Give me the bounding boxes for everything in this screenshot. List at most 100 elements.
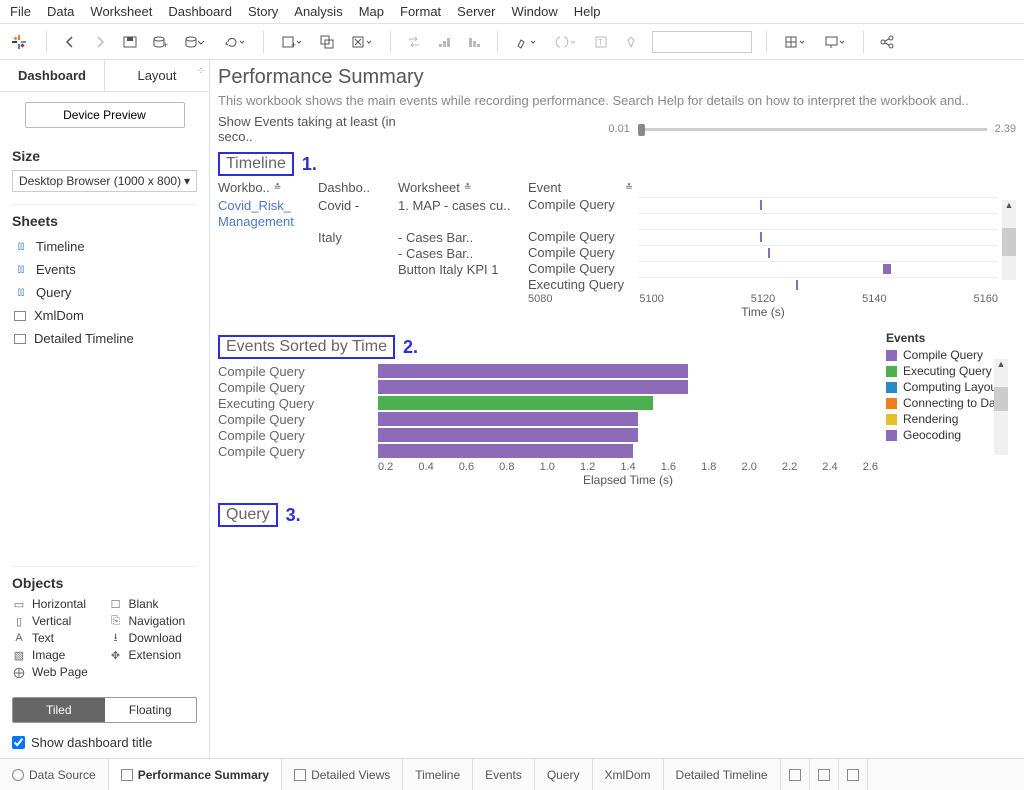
svg-text:+: + [163,40,168,50]
events-bar-row[interactable]: Executing Query [218,395,882,411]
share-button[interactable] [874,29,900,55]
legend-title: Events [886,331,1016,345]
object-extension[interactable]: ✥Extension [109,648,198,662]
menu-dashboard[interactable]: Dashboard [168,4,232,19]
object-blank[interactable]: ☐Blank [109,597,198,611]
vertical-icon: ▯ [12,615,26,627]
tab-data-source[interactable]: Data Source [0,759,109,790]
swap-button[interactable] [401,29,427,55]
refresh-button[interactable] [217,29,253,55]
new-story-tab-button[interactable] [839,759,868,790]
duplicate-button[interactable] [314,29,340,55]
object-webpage[interactable]: ⨁Web Page [12,665,101,679]
timeline-row[interactable]: Covid_Risk_Covid -1. MAP - cases cu..Com… [218,197,1016,213]
dashboard-canvas: Performance Summary This workbook shows … [210,60,1024,760]
show-dashboard-title-checkbox[interactable]: Show dashboard title [0,731,209,760]
tab-timeline[interactable]: Timeline [403,759,473,790]
object-image[interactable]: ▧Image [12,648,101,662]
back-button[interactable] [57,29,83,55]
tab-dashboard[interactable]: Dashboard [0,60,105,91]
horizontal-icon: ▭ [12,598,26,610]
pause-auto-updates-button[interactable] [177,29,213,55]
object-navigation[interactable]: ⎘Navigation [109,614,198,628]
timeline-row[interactable]: Button Italy KPI 1Compile Query [218,261,1016,277]
clear-button[interactable] [344,29,380,55]
menu-analysis[interactable]: Analysis [294,4,342,19]
object-text[interactable]: AText [12,631,101,645]
menu-story[interactable]: Story [248,4,278,19]
forward-button[interactable] [87,29,113,55]
tab-detailed-views[interactable]: Detailed Views [282,759,403,790]
new-dashboard-tab-button[interactable] [810,759,839,790]
fit-button[interactable] [777,29,813,55]
events-bar-row[interactable]: Compile Query [218,427,882,443]
legend-swatch-icon [886,382,897,393]
menu-help[interactable]: Help [574,4,601,19]
query-heading: Query [218,503,278,527]
size-dropdown[interactable]: Desktop Browser (1000 x 800) ▾ [12,170,197,192]
sort-desc-button[interactable] [461,29,487,55]
events-threshold-slider[interactable] [638,128,987,131]
sheet-detailed-timeline[interactable]: Detailed Timeline [12,327,197,350]
menu-file[interactable]: File [10,4,31,19]
timeline-row[interactable]: Italy- Cases Bar..Compile Query [218,229,1016,245]
group-button[interactable] [548,29,584,55]
menu-worksheet[interactable]: Worksheet [90,4,152,19]
save-button[interactable] [117,29,143,55]
tab-layout[interactable]: Layout ⁘ [105,60,209,91]
tableau-logo-icon[interactable] [8,31,30,53]
tab-events[interactable]: Events [473,759,535,790]
legend-swatch-icon [886,398,897,409]
events-bar-row[interactable]: Compile Query [218,443,882,459]
show-mark-labels-button[interactable]: T [588,29,614,55]
tab-performance-summary[interactable]: Performance Summary [109,759,282,790]
timeline-row[interactable]: - Cases Bar..Compile Query [218,245,1016,261]
tab-xmldom[interactable]: XmlDom [593,759,664,790]
svg-text:+: + [291,40,296,50]
find-input[interactable] [652,31,752,53]
sheet-xmldom[interactable]: XmlDom [12,304,197,327]
timeline-x-axis: 50805100512051405160 [528,293,998,305]
sort-asc-button[interactable] [431,29,457,55]
new-data-source-button[interactable]: + [147,29,173,55]
timeline-row[interactable]: Management [218,213,1016,229]
new-dashboard-icon [818,769,830,781]
timeline-heading: Timeline [218,152,294,176]
tab-detailed-timeline[interactable]: Detailed Timeline [664,759,781,790]
navigation-icon: ⎘ [109,615,123,627]
timeline-body: Covid_Risk_Covid -1. MAP - cases cu..Com… [218,197,1016,293]
object-horizontal[interactable]: ▭Horizontal [12,597,101,611]
menu-server[interactable]: Server [457,4,495,19]
object-download[interactable]: ⭳Download [109,631,198,645]
object-vertical[interactable]: ▯Vertical [12,614,101,628]
sheet-events[interactable]: ⫾⫾Events [12,258,197,281]
events-bar-row[interactable]: Compile Query [218,411,882,427]
table-icon [14,334,26,344]
highlight-button[interactable] [508,29,544,55]
device-preview-button[interactable]: Device Preview [25,102,185,128]
sheet-timeline[interactable]: ⫾⫾Timeline [12,235,197,258]
menu-window[interactable]: Window [511,4,557,19]
sheet-query[interactable]: ⫾⫾Query [12,281,197,304]
left-panel: Dashboard Layout ⁘ Device Preview Size D… [0,60,210,760]
menu-map[interactable]: Map [359,4,384,19]
presentation-mode-button[interactable] [817,29,853,55]
annotation-3: 3. [286,505,301,526]
tab-query[interactable]: Query [535,759,593,790]
floating-button[interactable]: Floating [105,698,197,722]
menu-data[interactable]: Data [47,4,74,19]
table-icon [14,311,26,321]
pin-axis-button[interactable] [618,29,644,55]
timeline-row[interactable]: Executing Query [218,277,1016,293]
events-bar-row[interactable]: Compile Query [218,379,882,395]
new-worksheet-button[interactable]: + [274,29,310,55]
page-title: Performance Summary [218,66,1016,89]
events-bar-row[interactable]: Compile Query [218,363,882,379]
page-description: This workbook shows the main events whil… [218,93,1016,108]
menu-format[interactable]: Format [400,4,441,19]
events-scrollbar[interactable]: ▲ [994,359,1008,455]
tiled-button[interactable]: Tiled [13,698,105,722]
new-worksheet-tab-button[interactable] [781,759,810,790]
timeline-scrollbar[interactable]: ▲ [1002,200,1016,280]
timeline-column-headers: Workbo..≛ Dashbo.. Worksheet≛ Event≛ [218,180,1016,195]
